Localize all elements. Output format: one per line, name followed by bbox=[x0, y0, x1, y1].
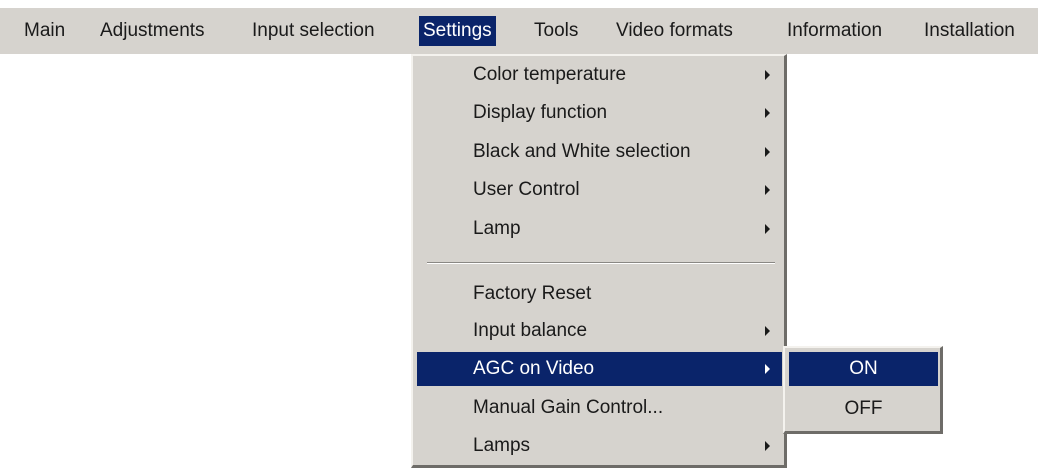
submenu-arrow-icon bbox=[765, 364, 770, 374]
menu-item-label: Display function bbox=[473, 102, 608, 123]
menu-item-label: Factory Reset bbox=[473, 283, 592, 304]
menu-item-lamp[interactable]: Lamp bbox=[417, 212, 782, 246]
submenu-arrow-icon bbox=[765, 326, 770, 336]
menu-item-agc-on-video[interactable]: AGC on Video bbox=[417, 352, 782, 386]
menu-settings[interactable]: Settings bbox=[419, 16, 496, 46]
menu-information[interactable]: Information bbox=[783, 16, 886, 46]
menu-item-label: Manual Gain Control... bbox=[473, 397, 664, 418]
menu-item-manual-gain-control[interactable]: Manual Gain Control... bbox=[417, 391, 782, 425]
menu-item-label: Color temperature bbox=[473, 64, 627, 85]
submenu-arrow-icon bbox=[765, 70, 770, 80]
menu-item-input-balance[interactable]: Input balance bbox=[417, 314, 782, 348]
menu-installation[interactable]: Installation bbox=[920, 16, 1019, 46]
submenu-arrow-icon bbox=[765, 224, 770, 234]
menu-adjustments[interactable]: Adjustments bbox=[96, 16, 209, 46]
submenu-arrow-icon bbox=[765, 147, 770, 157]
menu-item-label: Input balance bbox=[473, 320, 588, 341]
menu-item-label: Lamp bbox=[473, 218, 521, 239]
submenu-arrow-icon bbox=[765, 185, 770, 195]
menu-item-label: Black and White selection bbox=[473, 141, 691, 162]
menu-separator bbox=[427, 262, 775, 264]
menu-main[interactable]: Main bbox=[20, 16, 69, 46]
agc-option-off[interactable]: OFF bbox=[789, 392, 938, 426]
submenu-arrow-icon bbox=[765, 108, 770, 118]
menu-item-display-function[interactable]: Display function bbox=[417, 96, 782, 130]
menu-item-user-control[interactable]: User Control bbox=[417, 173, 782, 207]
menu-item-label: Lamps bbox=[473, 435, 531, 456]
menu-input-selection[interactable]: Input selection bbox=[248, 16, 379, 46]
agc-submenu: ON OFF bbox=[783, 346, 943, 434]
menu-video-formats[interactable]: Video formats bbox=[612, 16, 737, 46]
menu-item-black-and-white-selection[interactable]: Black and White selection bbox=[417, 135, 782, 169]
settings-dropdown: Color temperature Display function Black… bbox=[411, 54, 787, 468]
menu-item-color-temperature[interactable]: Color temperature bbox=[417, 58, 782, 92]
menu-tools[interactable]: Tools bbox=[530, 16, 582, 46]
menu-bar: Main Adjustments Input selection Setting… bbox=[0, 8, 1038, 54]
menu-item-label: User Control bbox=[473, 179, 580, 200]
submenu-arrow-icon bbox=[765, 441, 770, 451]
agc-option-on[interactable]: ON bbox=[789, 352, 938, 386]
menu-item-factory-reset[interactable]: Factory Reset bbox=[417, 277, 782, 311]
menu-item-lamps[interactable]: Lamps bbox=[417, 429, 782, 463]
menu-item-label: AGC on Video bbox=[473, 358, 595, 379]
